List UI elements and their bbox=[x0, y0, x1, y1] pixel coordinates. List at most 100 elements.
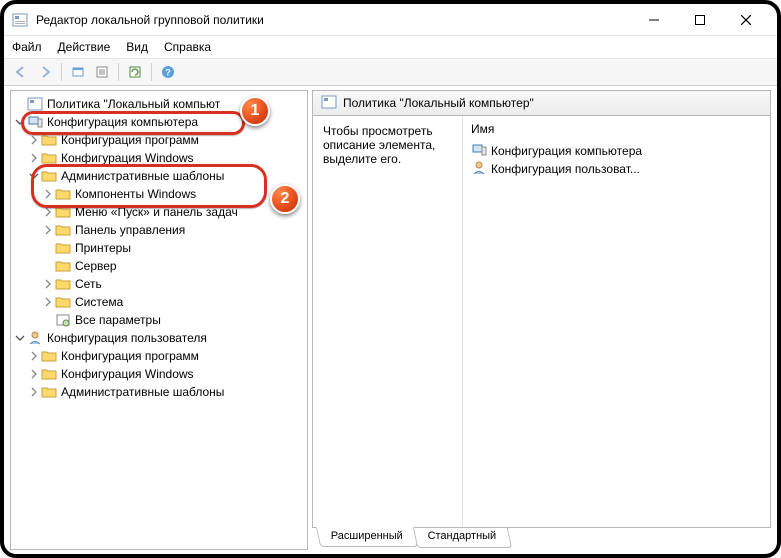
forward-button[interactable] bbox=[34, 61, 56, 83]
folder-icon bbox=[55, 204, 71, 220]
tree-pane: Политика "Локальный компьют Конфигурация… bbox=[10, 90, 308, 550]
list-item-label: Конфигурация компьютера bbox=[491, 144, 642, 158]
menubar: Файл Действие Вид Справка bbox=[4, 36, 777, 58]
tree-windows-config-label: Конфигурация Windows bbox=[61, 149, 194, 167]
collapsed-twisty-icon[interactable] bbox=[27, 367, 41, 381]
svg-text:?: ? bbox=[165, 68, 171, 78]
tree-server-label: Сервер bbox=[75, 257, 117, 275]
tree-network[interactable]: Сеть bbox=[13, 275, 305, 293]
collapsed-twisty-icon[interactable] bbox=[41, 295, 55, 309]
detail-header: Политика "Локальный компьютер" bbox=[312, 90, 771, 116]
user-icon bbox=[471, 160, 487, 179]
tree-printers-label: Принтеры bbox=[75, 239, 131, 257]
settings-icon bbox=[55, 312, 71, 328]
detail-pane: Политика "Локальный компьютер" Чтобы про… bbox=[312, 90, 771, 550]
folder-icon bbox=[55, 294, 71, 310]
tree-u-prog-config-label: Конфигурация программ bbox=[61, 347, 199, 365]
toolbar-btn-1[interactable] bbox=[67, 61, 89, 83]
window-controls bbox=[631, 6, 769, 34]
tree-server[interactable]: Сервер bbox=[13, 257, 305, 275]
blank-twisty bbox=[41, 259, 55, 273]
policy-icon bbox=[321, 94, 337, 113]
tree-network-label: Сеть bbox=[75, 275, 102, 293]
folder-icon bbox=[55, 186, 71, 202]
tree-prog-config[interactable]: Конфигурация программ bbox=[13, 131, 305, 149]
folder-icon bbox=[41, 150, 57, 166]
folder-icon bbox=[41, 366, 57, 382]
tree-all-params[interactable]: Все параметры bbox=[13, 311, 305, 329]
column-name-header[interactable]: Имя bbox=[463, 120, 770, 142]
user-icon bbox=[27, 330, 43, 346]
toolbar-separator bbox=[118, 63, 119, 81]
menu-file[interactable]: Файл bbox=[12, 40, 42, 54]
titlebar: Редактор локальной групповой политики bbox=[4, 4, 777, 36]
tree-win-components-label: Компоненты Windows bbox=[75, 185, 196, 203]
folder-icon bbox=[41, 168, 57, 184]
collapsed-twisty-icon[interactable] bbox=[41, 187, 55, 201]
tree-windows-config[interactable]: Конфигурация Windows bbox=[13, 149, 305, 167]
maximize-button[interactable] bbox=[677, 6, 723, 34]
tree-root[interactable]: Политика "Локальный компьют bbox=[13, 95, 305, 113]
detail-tabs: Расширенный Стандартный bbox=[312, 528, 771, 550]
collapsed-twisty-icon[interactable] bbox=[27, 133, 41, 147]
tree-u-windows-config-label: Конфигурация Windows bbox=[61, 365, 194, 383]
close-button[interactable] bbox=[723, 6, 769, 34]
tree-computer-config-label: Конфигурация компьютера bbox=[47, 113, 198, 131]
tree-win-components[interactable]: Компоненты Windows bbox=[13, 185, 305, 203]
window-title: Редактор локальной групповой политики bbox=[36, 13, 631, 27]
tree-u-admin-templates-label: Административные шаблоны bbox=[61, 383, 224, 401]
collapsed-twisty-icon[interactable] bbox=[27, 349, 41, 363]
detail-description: Чтобы просмотреть описание элемента, выд… bbox=[313, 116, 463, 527]
folder-icon bbox=[41, 384, 57, 400]
menu-action[interactable]: Действие bbox=[58, 40, 111, 54]
tab-extended[interactable]: Расширенный bbox=[316, 527, 418, 547]
refresh-button[interactable] bbox=[124, 61, 146, 83]
collapsed-twisty-icon[interactable] bbox=[41, 205, 55, 219]
folder-icon bbox=[55, 240, 71, 256]
minimize-button[interactable] bbox=[631, 6, 677, 34]
tree-printers[interactable]: Принтеры bbox=[13, 239, 305, 257]
detail-list: Имя Конфигурация компьютера Конфигурация… bbox=[463, 116, 770, 527]
tree-control-panel[interactable]: Панель управления bbox=[13, 221, 305, 239]
blank-twisty bbox=[41, 313, 55, 327]
list-item-user[interactable]: Конфигурация пользоват... bbox=[463, 160, 770, 178]
folder-icon bbox=[55, 222, 71, 238]
tree-u-prog-config[interactable]: Конфигурация программ bbox=[13, 347, 305, 365]
collapsed-twisty-icon[interactable] bbox=[27, 151, 41, 165]
folder-icon bbox=[55, 276, 71, 292]
help-button[interactable]: ? bbox=[157, 61, 179, 83]
expanded-twisty-icon[interactable] bbox=[27, 169, 41, 183]
tree-u-admin-templates[interactable]: Административные шаблоны bbox=[13, 383, 305, 401]
tree-user-config[interactable]: Конфигурация пользователя bbox=[13, 329, 305, 347]
tab-standard[interactable]: Стандартный bbox=[413, 528, 512, 548]
collapsed-twisty-icon[interactable] bbox=[41, 277, 55, 291]
tree-user-config-label: Конфигурация пользователя bbox=[47, 329, 207, 347]
blank-twisty bbox=[13, 97, 27, 111]
tree-all-params-label: Все параметры bbox=[75, 311, 161, 329]
collapsed-twisty-icon[interactable] bbox=[27, 385, 41, 399]
expanded-twisty-icon[interactable] bbox=[13, 115, 27, 129]
expanded-twisty-icon[interactable] bbox=[13, 331, 27, 345]
list-item-computer[interactable]: Конфигурация компьютера bbox=[463, 142, 770, 160]
toolbar-separator bbox=[151, 63, 152, 81]
tree-computer-config[interactable]: Конфигурация компьютера bbox=[13, 113, 305, 131]
menu-help[interactable]: Справка bbox=[164, 40, 211, 54]
tree-start-taskbar[interactable]: Меню «Пуск» и панель задач bbox=[13, 203, 305, 221]
back-button[interactable] bbox=[10, 61, 32, 83]
tree-root-label: Политика "Локальный компьют bbox=[47, 95, 220, 113]
computer-icon bbox=[471, 142, 487, 161]
tree-system[interactable]: Система bbox=[13, 293, 305, 311]
menu-view[interactable]: Вид bbox=[126, 40, 148, 54]
detail-body: Чтобы просмотреть описание элемента, выд… bbox=[312, 116, 771, 528]
tree-start-taskbar-label: Меню «Пуск» и панель задач bbox=[75, 203, 238, 221]
collapsed-twisty-icon[interactable] bbox=[41, 223, 55, 237]
tree-admin-templates-label: Административные шаблоны bbox=[61, 167, 224, 185]
tree-prog-config-label: Конфигурация программ bbox=[61, 131, 199, 149]
computer-icon bbox=[27, 114, 43, 130]
tree-u-windows-config[interactable]: Конфигурация Windows bbox=[13, 365, 305, 383]
list-item-label: Конфигурация пользоват... bbox=[491, 162, 640, 176]
folder-icon bbox=[41, 132, 57, 148]
tree-admin-templates[interactable]: Административные шаблоны bbox=[13, 167, 305, 185]
content-area: Политика "Локальный компьют Конфигурация… bbox=[4, 86, 777, 554]
toolbar-btn-2[interactable] bbox=[91, 61, 113, 83]
